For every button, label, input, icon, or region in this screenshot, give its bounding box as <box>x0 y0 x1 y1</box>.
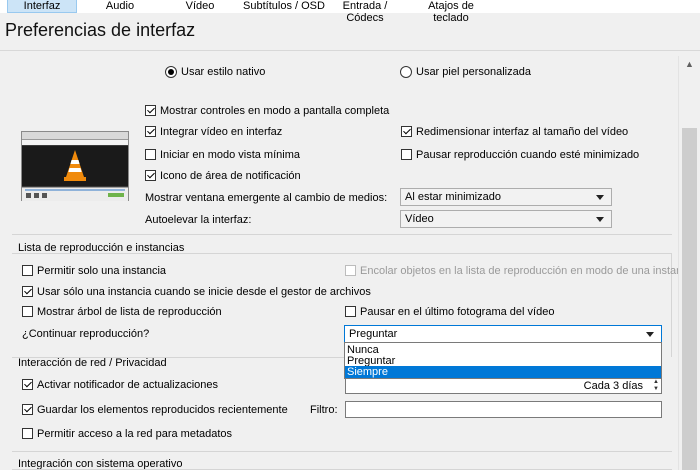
playlist-tree-label: Mostrar árbol de lista de reproducción <box>37 306 222 318</box>
continue-playback-value: Preguntar <box>349 328 398 340</box>
pause-last-frame-checkbox[interactable] <box>345 306 356 317</box>
continue-playback-select[interactable]: Preguntar <box>344 325 662 343</box>
tab-hotkeys[interactable]: Atajos de teclado <box>411 0 491 24</box>
custom-skin-label: Usar piel personalizada <box>416 66 531 78</box>
group-divider <box>12 451 672 452</box>
chevron-down-icon <box>596 195 604 200</box>
native-style-radio[interactable] <box>165 66 177 78</box>
raise-select-value: Vídeo <box>405 213 434 225</box>
vlc-cone-icon <box>64 150 86 181</box>
group-divider <box>12 234 672 235</box>
one-instance-checkbox[interactable] <box>22 265 33 276</box>
popup-label: Mostrar ventana emergente al cambio de m… <box>145 192 388 204</box>
resize-interface-checkbox[interactable] <box>401 126 412 137</box>
file-manager-instance-checkbox[interactable] <box>22 286 33 297</box>
page-title: Preferencias de interfaz <box>5 20 196 40</box>
integrate-video-label: Integrar vídeo en interfaz <box>160 126 283 138</box>
update-notifier-checkbox[interactable] <box>22 379 33 390</box>
save-recent-checkbox[interactable] <box>22 404 33 415</box>
filter-label: Filtro: <box>310 404 338 416</box>
tab-input-codecs[interactable]: Entrada / Códecs <box>326 0 404 24</box>
update-interval-value: Cada 3 días <box>583 380 643 392</box>
metadata-network-label: Permitir acceso a la red para metadatos <box>37 428 233 440</box>
chevron-down-icon <box>646 332 654 337</box>
network-group-header: Interacción de red / Privacidad <box>18 357 167 369</box>
pause-last-frame-label: Pausar en el último fotograma del vídeo <box>360 306 555 318</box>
continue-playback-label: ¿Continuar reproducción? <box>22 328 150 340</box>
group-divider <box>12 253 672 254</box>
minimal-view-checkbox[interactable] <box>145 149 156 160</box>
resize-interface-label: Redimensionar interfaz al tamaño del víd… <box>416 126 629 138</box>
playlist-tree-checkbox[interactable] <box>22 306 33 317</box>
continue-playback-dropdown: Nunca Preguntar Siempre <box>344 342 662 379</box>
pause-minimized-label: Pausar reproducción cuando esté minimiza… <box>416 149 640 161</box>
tab-video[interactable]: Vídeo <box>185 0 215 13</box>
preferences-panel: Usar estilo nativo Usar piel personaliza… <box>0 56 678 470</box>
spin-up-icon[interactable]: ▲ <box>653 379 659 385</box>
enqueue-checkbox[interactable] <box>345 265 356 276</box>
interface-preview-image <box>21 131 129 201</box>
file-manager-instance-label: Usar sólo una instancia cuando se inicie… <box>37 286 371 298</box>
save-recent-label: Guardar los elementos reproducidos recie… <box>37 404 288 416</box>
tab-audio[interactable]: Audio <box>102 0 138 13</box>
update-interval-spinbox[interactable]: Cada 3 días ▲ ▼ <box>345 377 662 394</box>
scroll-thumb[interactable] <box>682 128 697 470</box>
spin-down-icon[interactable]: ▼ <box>653 386 659 392</box>
scroll-up-icon[interactable]: ▲ <box>679 56 700 72</box>
vertical-scrollbar[interactable]: ▲ <box>678 56 700 470</box>
native-style-label: Usar estilo nativo <box>181 66 266 78</box>
update-notifier-label: Activar notificador de actualizaciones <box>37 379 218 391</box>
filter-input[interactable] <box>345 401 662 418</box>
tab-subtitles-osd[interactable]: Subtítulos / OSD <box>243 0 325 13</box>
systray-icon-checkbox[interactable] <box>145 170 156 181</box>
popup-select[interactable]: Al estar minimizado <box>400 188 612 206</box>
raise-label: Autoelevar la interfaz: <box>145 214 252 226</box>
tab-interface[interactable]: Interfaz <box>7 0 77 13</box>
dropdown-option-always[interactable]: Siempre <box>345 366 661 378</box>
metadata-network-checkbox[interactable] <box>22 428 33 439</box>
fullscreen-controls-checkbox[interactable] <box>145 105 156 116</box>
integrate-video-checkbox[interactable] <box>145 126 156 137</box>
minimal-view-label: Iniciar en modo vista mínima <box>160 149 300 161</box>
fullscreen-controls-label: Mostrar controles en modo a pantalla com… <box>160 105 390 117</box>
systray-icon-label: Icono de área de notificación <box>160 170 301 182</box>
pause-minimized-checkbox[interactable] <box>401 149 412 160</box>
popup-select-value: Al estar minimizado <box>405 191 501 203</box>
tab-bar: Interfaz Audio Vídeo Subtítulos / OSD En… <box>0 0 700 24</box>
custom-skin-radio[interactable] <box>400 66 412 78</box>
enqueue-label: Encolar objetos en la lista de reproducc… <box>360 265 678 277</box>
one-instance-label: Permitir solo una instancia <box>37 265 167 277</box>
title-divider <box>0 50 700 51</box>
chevron-down-icon <box>596 217 604 222</box>
raise-select[interactable]: Vídeo <box>400 210 612 228</box>
